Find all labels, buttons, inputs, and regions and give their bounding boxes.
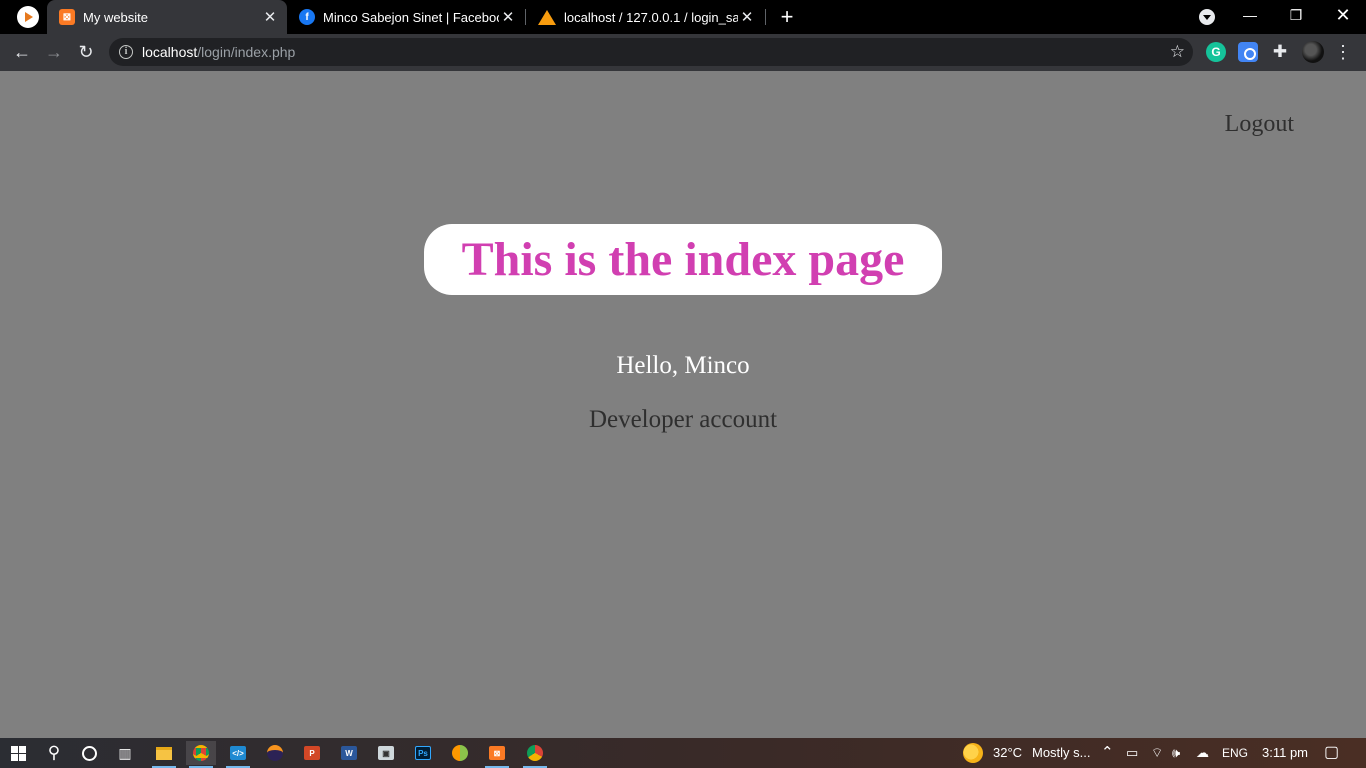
tab-search-icon[interactable] <box>1199 9 1215 25</box>
tab-title: Minco Sabejon Sinet | Facebook <box>323 9 499 25</box>
xampp-icon: ⊠ <box>59 9 75 25</box>
tab-facebook[interactable]: f Minco Sabejon Sinet | Facebook ✕ <box>287 0 525 34</box>
app-launcher-icon[interactable] <box>17 6 39 28</box>
vscode-icon[interactable]: </> <box>223 741 253 768</box>
back-icon[interactable]: ← <box>8 38 36 66</box>
close-icon[interactable]: ✕ <box>261 8 279 26</box>
onedrive-icon[interactable]: ☁ <box>1196 738 1209 768</box>
facebook-icon: f <box>299 9 315 25</box>
site-info-icon[interactable]: i <box>119 45 133 59</box>
close-window-icon[interactable]: ✕ <box>1320 0 1366 30</box>
wifi-icon[interactable]: ⌔ <box>1151 738 1163 768</box>
xampp-icon[interactable]: ⊠ <box>482 741 512 768</box>
start-icon[interactable] <box>3 741 33 765</box>
phpmyadmin-icon <box>538 9 556 25</box>
url-host: localhost <box>142 44 198 60</box>
task-view-icon[interactable]: ▥ <box>110 741 140 765</box>
greeting-text: Hello, Minco <box>616 352 750 379</box>
chrome-icon[interactable] <box>186 741 216 768</box>
grammarly-icon[interactable]: G <box>1206 42 1226 62</box>
weather-icon[interactable] <box>963 743 983 763</box>
cortana-icon[interactable] <box>74 741 104 765</box>
account-type-text: Developer account <box>588 406 778 433</box>
tab-title: My website <box>83 9 149 25</box>
language-indicator[interactable]: ENG <box>1222 738 1248 768</box>
browser-toolbar: ← → ↻ i localhost/login/index.php ☆ G ✚ … <box>0 34 1366 71</box>
close-icon[interactable]: ✕ <box>499 8 517 26</box>
powerpoint-icon[interactable]: P <box>297 741 327 765</box>
tab-my-website[interactable]: ⊠ My website ✕ <box>47 0 287 34</box>
restore-icon[interactable]: ❐ <box>1273 0 1319 30</box>
notification-icon[interactable]: ▢ <box>1324 738 1339 768</box>
logout-link[interactable]: Logout <box>1225 111 1294 138</box>
profile-avatar[interactable] <box>1302 41 1324 63</box>
url-path: /login/index.php <box>197 44 296 60</box>
network-app-icon[interactable]: ▣ <box>371 741 401 765</box>
page-content: Logout This is the index page Hello, Min… <box>0 71 1366 738</box>
tab-phpmyadmin[interactable]: localhost / 127.0.0.1 / login_samp ✕ <box>526 0 764 34</box>
browser-menu-icon[interactable]: ⋮ <box>1334 42 1352 62</box>
file-explorer-icon[interactable] <box>149 741 179 768</box>
volume-icon[interactable]: 🕪 <box>1172 738 1180 768</box>
puzzle-icon[interactable]: ✚ <box>1270 42 1290 62</box>
bookmark-star-icon[interactable]: ☆ <box>1170 42 1185 62</box>
photoshop-icon[interactable]: Ps <box>408 741 438 765</box>
url-text[interactable]: localhost/login/index.php <box>142 44 295 60</box>
address-bar[interactable]: i localhost/login/index.php ☆ <box>109 38 1193 66</box>
reload-icon[interactable]: ↻ <box>72 38 100 66</box>
weather-summary[interactable]: Mostly s... <box>1032 738 1091 768</box>
new-tab-button[interactable]: + <box>776 4 798 30</box>
chrome-dev-icon[interactable] <box>520 741 550 768</box>
weather-temperature[interactable]: 32°C <box>993 738 1022 768</box>
forward-icon[interactable]: → <box>40 38 68 66</box>
screen-capture-icon[interactable] <box>1238 42 1258 62</box>
minimize-icon[interactable]: — <box>1227 0 1273 30</box>
search-icon[interactable]: ⚲ <box>39 741 69 765</box>
clock[interactable]: 3:11 pm <box>1262 738 1308 768</box>
tab-separator <box>765 9 766 25</box>
windows-taskbar: ⚲ ▥ </> P W ▣ Ps ⊠ 32°C Mostly s... ⌃ ▭ … <box>0 738 1366 768</box>
word-icon[interactable]: W <box>334 741 364 765</box>
eclipse-icon[interactable] <box>260 741 290 765</box>
close-icon[interactable]: ✕ <box>738 8 756 26</box>
browser-tab-strip: ⊠ My website ✕ f Minco Sabejon Sinet | F… <box>0 0 1366 34</box>
tab-title: localhost / 127.0.0.1 / login_samp <box>564 9 738 25</box>
battery-icon[interactable]: ▭ <box>1126 738 1138 768</box>
page-title: This is the index page <box>461 233 905 286</box>
chevron-up-icon[interactable]: ⌃ <box>1101 738 1114 768</box>
synaptic-icon[interactable] <box>445 741 475 765</box>
heading-box: This is the index page <box>424 224 942 295</box>
